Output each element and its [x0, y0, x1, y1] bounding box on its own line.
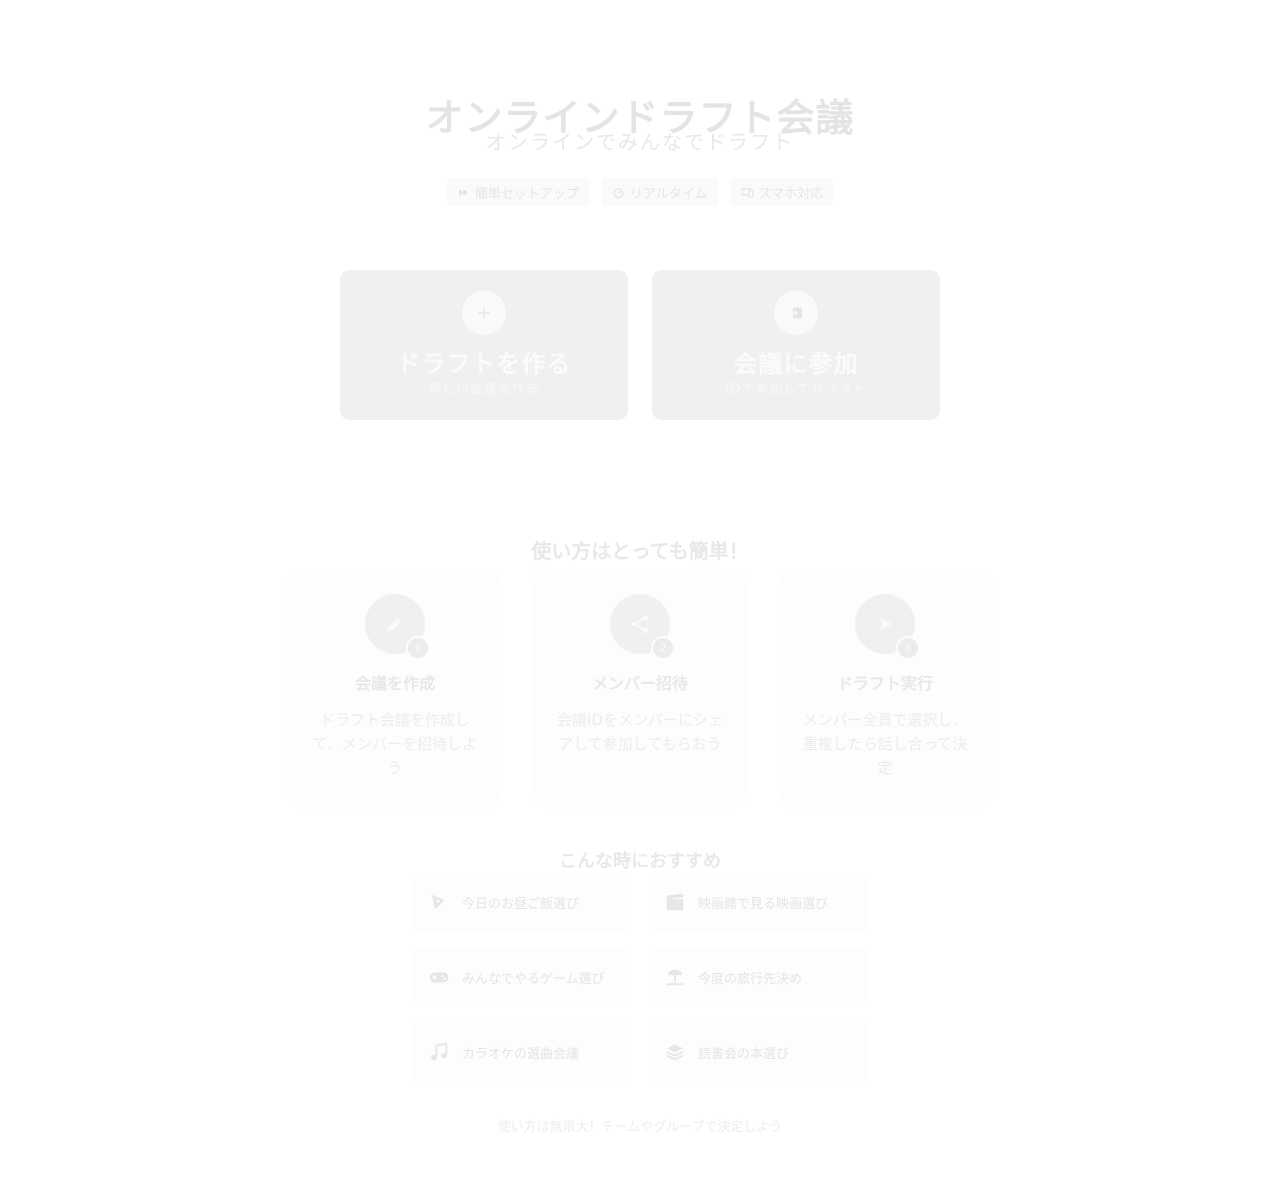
feature-badges: 簡単セットアップ リアルタイム スマホ対応 [0, 178, 1280, 206]
music-note-icon [431, 1042, 448, 1061]
recommend-item: 読書会の本選び [648, 1022, 868, 1082]
recommend-item: みんなでやるゲーム選び [412, 947, 632, 1007]
recommend-title: こんな時におすすめ [559, 850, 721, 872]
join-meeting-title: 会議に参加 [733, 350, 859, 378]
footer-text: 使い方は無限大！チームやグループで決定しよう [497, 1120, 783, 1135]
speed-icon [613, 187, 624, 198]
beach-icon [666, 969, 684, 986]
recommend-label: みんなでやるゲーム選び [462, 971, 605, 987]
step-desc: メンバー全員で選択し、重複したら話し合って決定 [802, 711, 968, 777]
create-draft-desc: 新しい会議を作成 [427, 382, 540, 397]
plus-icon [462, 291, 506, 335]
step-card: 2 メンバー招待 会議IDをメンバーにシェアして参加してもらおう [535, 570, 745, 805]
book-stack-icon [666, 1044, 684, 1061]
create-draft-button[interactable]: ドラフトを作る 新しい会議を作成 [340, 270, 628, 420]
step-title: メンバー招待 [591, 674, 688, 693]
badge-mobile: スマホ対応 [730, 178, 834, 206]
movie-icon [666, 893, 684, 911]
recommend-list: 今日のお昼ご飯選び 映画館で見る映画選び みんなでやるゲーム選び 今度の旅行先決… [412, 872, 868, 1082]
step-card: 3 ドラフト実行 メンバー全員で選択し、重複したら話し合って決定 [780, 570, 990, 805]
step-number: 1 [406, 636, 430, 660]
badge-realtime: リアルタイム [601, 178, 718, 206]
step-desc: 会議IDをメンバーにシェアして参加してもらおう [557, 711, 723, 753]
gamepad-icon [429, 972, 449, 983]
step-number: 3 [896, 636, 920, 660]
create-draft-title: ドラフトを作る [396, 350, 572, 378]
join-meeting-button[interactable]: 会議に参加 IDで参加してドラフト [652, 270, 940, 420]
badge-easy-setup: 簡単セットアップ [446, 178, 589, 206]
badge-label: 簡単セットアップ [474, 186, 579, 202]
step-number: 2 [651, 636, 675, 660]
recommend-item: 今度の旅行先決め [648, 947, 868, 1007]
step-card: 1 会議を作成 ドラフト会議を作成して、メンバーを招待しよう [290, 570, 500, 805]
recommend-item: 今日のお昼ご飯選び [412, 872, 632, 932]
badge-label: リアルタイム [629, 186, 708, 202]
howto-title: 使い方はとっても簡単！ [531, 538, 749, 563]
recommend-label: 読書会の本選び [698, 1046, 790, 1062]
main-actions: ドラフトを作る 新しい会議を作成 会議に参加 IDで参加してドラフト [340, 270, 940, 420]
join-meeting-desc: IDで参加してドラフト [725, 382, 867, 397]
recommend-label: 映画館で見る映画選び [698, 896, 829, 912]
login-icon [774, 291, 818, 335]
recommend-item: カラオケの選曲会議 [412, 1022, 632, 1082]
step-title: 会議を作成 [354, 674, 435, 693]
step-title: ドラフト実行 [836, 674, 933, 693]
step-desc: ドラフト会議を作成して、メンバーを招待しよう [312, 711, 478, 777]
badge-label: スマホ対応 [758, 186, 824, 202]
food-icon [431, 894, 445, 910]
devices-icon [741, 187, 753, 197]
page-subtitle: オンラインでみんなでドラフト [486, 130, 794, 154]
recommend-item: 映画館で見る映画選び [648, 872, 868, 932]
recommend-label: カラオケの選曲会議 [462, 1046, 580, 1062]
howto-steps: 1 会議を作成 ドラフト会議を作成して、メンバーを招待しよう 2 メンバー招待 … [290, 570, 990, 805]
recommend-label: 今日のお昼ご飯選び [462, 896, 580, 912]
recommend-label: 今度の旅行先決め [698, 971, 803, 987]
fast-forward-icon [459, 188, 468, 196]
